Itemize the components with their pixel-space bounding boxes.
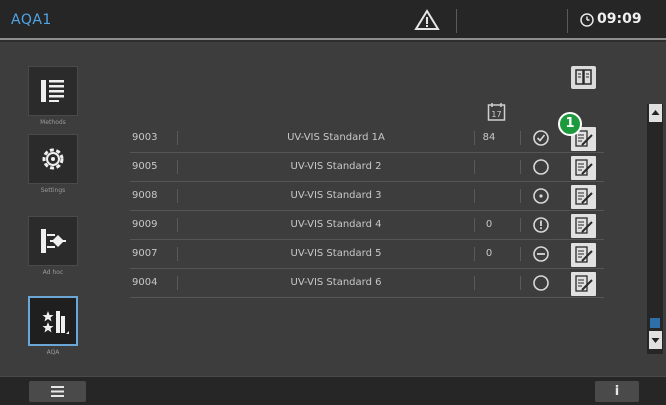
- menu-button[interactable]: [29, 381, 86, 402]
- export-icon[interactable]: [571, 66, 596, 89]
- sidebar-item-label: Ad hoc: [42, 269, 64, 276]
- column-divider: [474, 276, 475, 290]
- table-row[interactable]: 9005 UV-VIS Standard 2: [130, 153, 604, 182]
- row-name: UV-VIS Standard 6: [290, 277, 382, 288]
- aqa-sparkle-icon: [42, 311, 69, 334]
- calendar-17-icon: 17: [487, 102, 506, 122]
- row-id: 9009: [132, 219, 158, 230]
- empty-circle-icon: [533, 275, 549, 291]
- column-divider: [177, 247, 178, 261]
- column-divider: [520, 131, 521, 145]
- check-circle-icon: [533, 130, 549, 146]
- info-button[interactable]: i: [595, 381, 639, 402]
- sidebar-item-adhoc[interactable]: Ad hoc: [28, 216, 88, 276]
- table-row[interactable]: 9008 UV-VIS Standard 3: [130, 182, 604, 211]
- row-id: 9007: [132, 248, 158, 259]
- edit-note-icon: [575, 246, 593, 263]
- clock-icon: [580, 13, 594, 27]
- alert-circle-icon: [533, 217, 549, 233]
- column-divider: [177, 218, 178, 232]
- row-divider: [130, 297, 604, 298]
- column-divider: [520, 218, 521, 232]
- column-divider: [520, 160, 521, 174]
- row-id: 9005: [132, 161, 158, 172]
- table-row[interactable]: 9003 UV-VIS Standard 1A 84: [130, 124, 604, 153]
- row-count: 0: [485, 219, 493, 230]
- sidebar-item-methods[interactable]: Methods: [28, 66, 88, 126]
- empty-circle-icon: [533, 159, 549, 175]
- table-row[interactable]: 9009 UV-VIS Standard 4 0: [130, 211, 604, 240]
- top-bar: AQA1 09:09: [0, 0, 666, 40]
- sidebar-item-label: Settings: [40, 187, 66, 194]
- scroll-up-button[interactable]: [649, 104, 662, 122]
- row-name: UV-VIS Standard 5: [290, 248, 382, 259]
- minus-circle-icon: [533, 246, 549, 262]
- arrow-up-icon: [651, 110, 660, 115]
- column-divider: [177, 276, 178, 290]
- row-name: UV-VIS Standard 2: [290, 161, 382, 172]
- row-id: 9003: [132, 132, 158, 143]
- sidebar-item-label: AQA: [46, 349, 60, 356]
- header-divider: [567, 9, 568, 33]
- row-count: 0: [485, 248, 493, 259]
- clock-time: 09:09: [597, 11, 642, 27]
- settings-gear-icon: [42, 148, 64, 170]
- edit-note-icon: [575, 275, 593, 292]
- dot-circle-icon: [533, 188, 549, 204]
- column-divider: [177, 189, 178, 203]
- sidebar-item-settings[interactable]: Settings: [28, 134, 88, 194]
- edit-note-icon: [575, 159, 593, 176]
- app-title: AQA1: [11, 12, 52, 28]
- bottom-bar: i: [0, 376, 666, 405]
- methods-list-icon: [41, 80, 64, 102]
- edit-button[interactable]: [571, 272, 596, 296]
- row-name: UV-VIS Standard 4: [290, 219, 382, 230]
- scrollbar-thumb[interactable]: [650, 318, 660, 328]
- column-divider: [520, 276, 521, 290]
- column-divider: [520, 189, 521, 203]
- row-name: UV-VIS Standard 3: [290, 190, 382, 201]
- column-divider: [520, 247, 521, 261]
- column-divider: [177, 160, 178, 174]
- callout-marker: 1: [558, 112, 582, 136]
- calendar-day: 17: [491, 110, 501, 119]
- warning-triangle-icon[interactable]: [414, 9, 440, 31]
- row-count: 84: [482, 132, 496, 143]
- header-divider: [456, 9, 457, 33]
- scroll-down-button[interactable]: [649, 331, 662, 349]
- column-divider: [177, 131, 178, 145]
- table-row[interactable]: 9007 UV-VIS Standard 5 0: [130, 240, 604, 269]
- edit-note-icon: [575, 217, 593, 234]
- table-row[interactable]: 9004 UV-VIS Standard 6: [130, 269, 604, 298]
- edit-button[interactable]: [571, 156, 596, 180]
- sidebar-item-label: Methods: [40, 119, 66, 126]
- scrollbar-track[interactable]: [647, 104, 663, 354]
- clock: 09:09: [580, 11, 660, 31]
- row-id: 9004: [132, 277, 158, 288]
- sidebar-item-aqa[interactable]: AQA: [28, 296, 88, 356]
- row-id: 9008: [132, 190, 158, 201]
- column-divider: [474, 160, 475, 174]
- sidebar: Methods Settings Ad hoc AQA: [0, 42, 92, 376]
- adhoc-test-icon: [41, 229, 66, 253]
- edit-note-icon: [575, 188, 593, 205]
- row-name: UV-VIS Standard 1A: [287, 132, 385, 143]
- arrow-down-icon: [651, 338, 660, 343]
- hamburger-menu-icon: [51, 386, 64, 397]
- edit-button[interactable]: [571, 214, 596, 238]
- edit-button[interactable]: [571, 185, 596, 209]
- column-divider: [474, 189, 475, 203]
- edit-button[interactable]: [571, 243, 596, 267]
